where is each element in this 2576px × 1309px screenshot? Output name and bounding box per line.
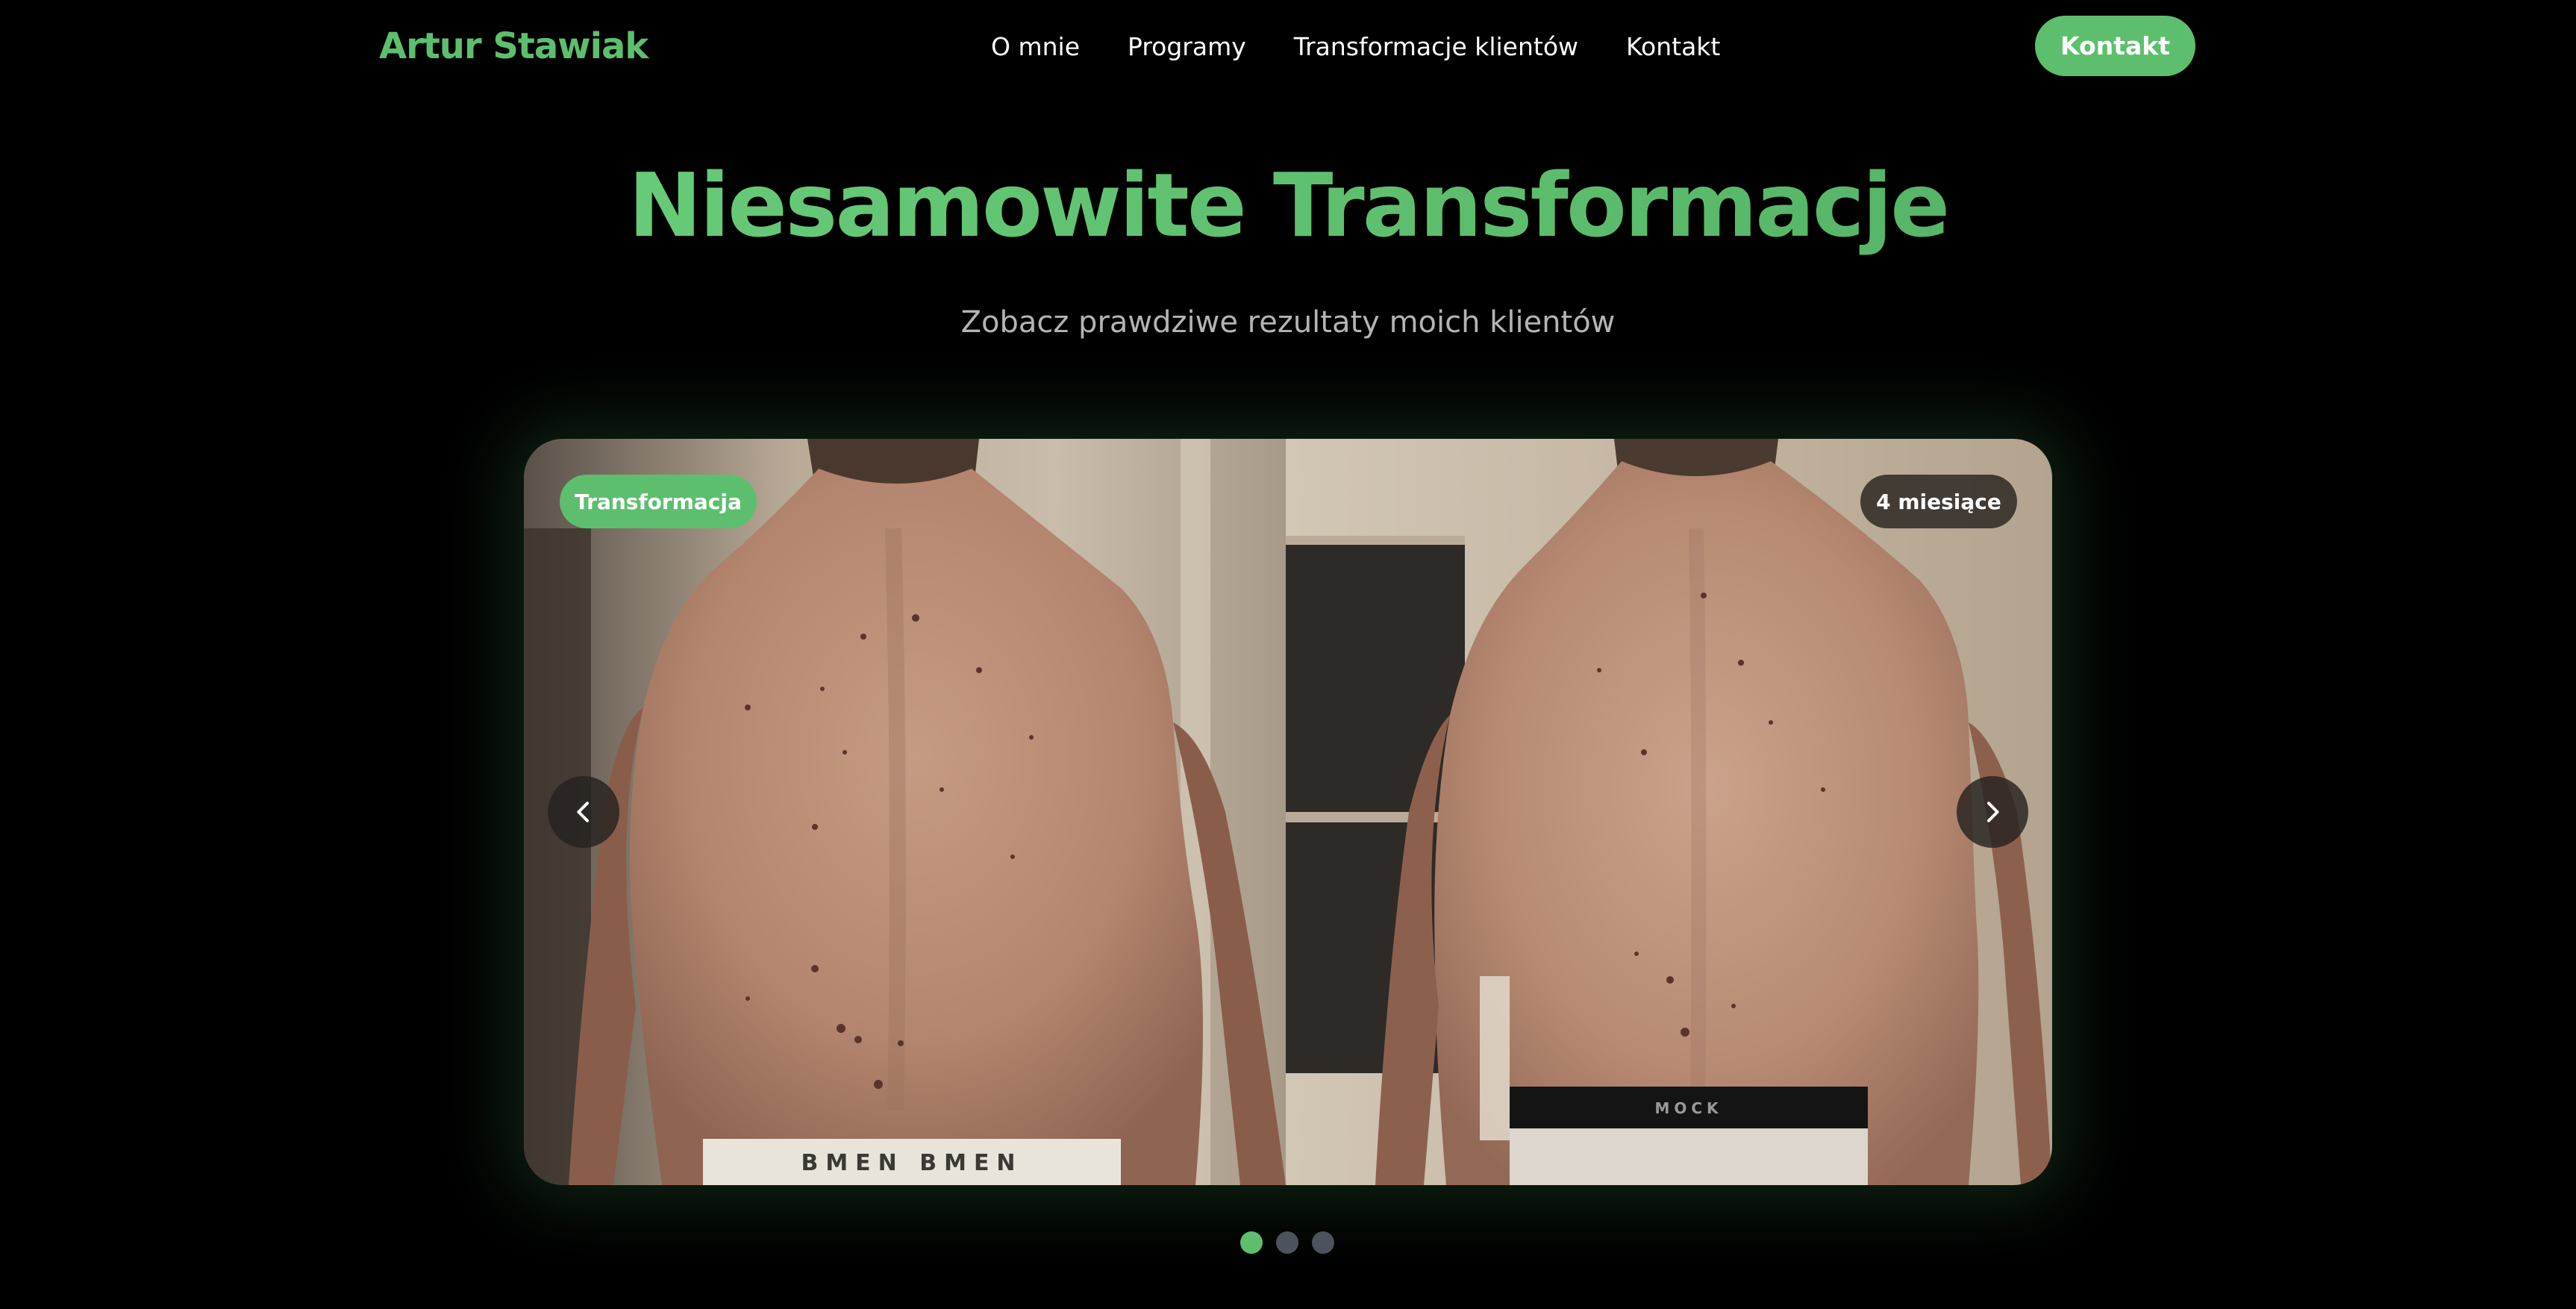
navbar: Artur Stawiak O mnie Programy Transforma… — [0, 0, 2576, 93]
after-photo-image: MOCK — [1286, 439, 2052, 1185]
chevron-right-icon — [1987, 802, 1999, 822]
carousel-prev-button[interactable] — [548, 776, 619, 848]
nav-link-about[interactable]: O mnie — [991, 32, 1080, 61]
carousel-dot-2[interactable] — [1276, 1231, 1298, 1254]
after-photo: MOCK — [1286, 439, 2052, 1185]
before-photo: BMEN BMEN — [524, 439, 1286, 1185]
carousel-dot-1[interactable] — [1240, 1231, 1263, 1254]
before-photo-image: BMEN BMEN — [524, 439, 1286, 1185]
nav-link-programs[interactable]: Programy — [1128, 32, 1246, 61]
transformation-badge: Transformacja — [560, 475, 757, 528]
page-subtitle: Zobacz prawdziwe rezultaty moich klientó… — [960, 305, 1616, 340]
chevron-left-icon — [577, 802, 589, 822]
duration-badge: 4 miesiące — [1860, 475, 2017, 528]
carousel-next-button[interactable] — [1957, 776, 2028, 848]
carousel-pagination — [1240, 1231, 1334, 1254]
transformation-carousel: BMEN BMEN MOCK Transformacja 4 miesiące — [524, 439, 2052, 1185]
brand-logo[interactable]: Artur Stawiak — [379, 22, 648, 70]
nav-link-transformations[interactable]: Transformacje klientów — [1294, 32, 1578, 61]
nav-links: O mnie Programy Transformacje klientów K… — [991, 25, 1720, 67]
after-waistband-text: MOCK — [1654, 1099, 1722, 1117]
page-title: Niesamowite Transformacje — [0, 149, 2576, 261]
before-waistband-text: BMEN BMEN — [801, 1150, 1022, 1176]
contact-button[interactable]: Kontakt — [2035, 16, 2195, 76]
nav-link-contact[interactable]: Kontakt — [1626, 32, 1720, 61]
carousel-dot-3[interactable] — [1312, 1231, 1334, 1254]
